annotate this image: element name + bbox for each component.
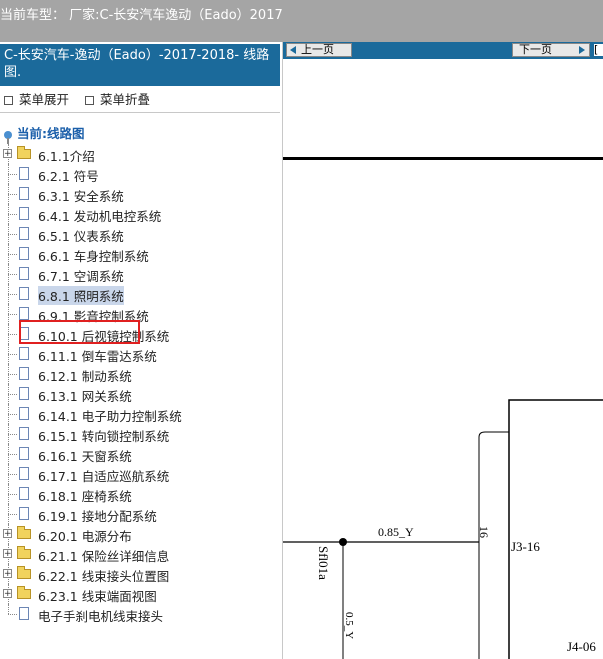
tree-item-ac[interactable]: 6.7.1 空调系统 <box>0 264 282 284</box>
tree-item-instrument[interactable]: 6.5.1 仪表系统 <box>0 224 282 244</box>
diagram-viewer: 上一页 下一页 [ 0.85_Y Sfl01a 0.5_Y 16 J3-16 J… <box>283 42 603 659</box>
page-icon <box>19 347 29 360</box>
page-icon <box>19 267 29 280</box>
collapse-menu-link[interactable]: 菜单折叠 <box>100 92 150 107</box>
expand-plus-icon[interactable]: + <box>3 569 12 579</box>
current-location[interactable]: 当前:线路图 <box>4 123 85 144</box>
folder-icon <box>17 566 31 579</box>
tree-item-label[interactable]: 6.11.1 倒车雷达系统 <box>38 346 157 365</box>
tree-item-connector-location[interactable]: +6.22.1 线束接头位置图 <box>0 564 282 584</box>
wire-label: 0.85_Y <box>378 525 414 539</box>
tree-item-power[interactable]: +6.20.1 电源分布 <box>0 524 282 544</box>
folder-icon <box>17 526 31 539</box>
tree-item-label[interactable]: 6.2.1 符号 <box>38 166 99 185</box>
page-icon <box>19 427 29 440</box>
sidebar: C-长安汽车-逸动（Eado）-2017-2018- 线路图. 菜单展开 菜单折… <box>0 42 283 659</box>
page-icon <box>19 227 29 240</box>
page-icon <box>19 487 29 500</box>
tree-item-label[interactable]: 6.12.1 制动系统 <box>38 366 132 385</box>
tree-item-eps[interactable]: 6.14.1 电子助力控制系统 <box>0 404 282 424</box>
page-icon <box>19 507 29 520</box>
menu-controls: 菜单展开 菜单折叠 <box>2 89 160 108</box>
nav-tree: +6.1.1介绍 6.2.1 符号 6.3.1 安全系统 6.4.1 发动机电控… <box>0 144 282 624</box>
tree-item-gateway[interactable]: 6.13.1 网关系统 <box>0 384 282 404</box>
tree-item-engine[interactable]: 6.4.1 发动机电控系统 <box>0 204 282 224</box>
tree-item-label[interactable]: 6.14.1 电子助力控制系统 <box>38 406 182 425</box>
expand-square-icon <box>4 95 13 105</box>
tree-item-label[interactable]: 6.4.1 发动机电控系统 <box>38 206 161 225</box>
tree-item-label[interactable]: 电子手刹电机线束接头 <box>38 606 163 625</box>
top-bar: 当前车型： 厂家:C-长安汽车逸动（Eado）2017 <box>0 0 603 42</box>
tree-item-intro[interactable]: +6.1.1介绍 <box>0 144 282 164</box>
connector-label-j3: J3-16 <box>511 539 540 554</box>
expand-menu-link[interactable]: 菜单展开 <box>19 92 69 107</box>
tree-item-label[interactable]: 6.18.1 座椅系统 <box>38 486 132 505</box>
tree-item-seat[interactable]: 6.18.1 座椅系统 <box>0 484 282 504</box>
component-box <box>508 399 603 659</box>
tree-item-label[interactable]: 6.23.1 线束端面视图 <box>38 586 157 605</box>
page-icon <box>19 307 29 320</box>
tree-item-label[interactable]: 6.15.1 转向锁控制系统 <box>38 426 169 445</box>
tree-item-label[interactable]: 6.7.1 空调系统 <box>38 266 124 285</box>
tree-item-symbols[interactable]: 6.2.1 符号 <box>0 164 282 184</box>
current-model-text: 当前车型： 厂家:C-长安汽车逸动（Eado）2017 <box>0 8 283 23</box>
page-icon <box>19 367 29 380</box>
tree-item-label[interactable]: 6.20.1 电源分布 <box>38 526 132 545</box>
page-icon <box>19 247 29 260</box>
tree-item-body-control[interactable]: 6.6.1 车身控制系统 <box>0 244 282 264</box>
highlight-box <box>19 320 140 344</box>
expand-plus-icon[interactable]: + <box>3 529 12 539</box>
connector-label-j4: J4-06 <box>567 639 596 654</box>
tree-item-label[interactable]: 6.5.1 仪表系统 <box>38 226 124 245</box>
tree-item-label[interactable]: 6.8.1 照明系统 <box>38 286 124 305</box>
tree-item-label[interactable]: 6.19.1 接地分配系统 <box>38 506 157 525</box>
tree-item-label[interactable]: 6.6.1 车身控制系统 <box>38 246 149 265</box>
tree-item-lighting[interactable]: 6.8.1 照明系统 <box>0 284 282 305</box>
pin-icon <box>4 131 12 144</box>
folder-icon <box>17 586 31 599</box>
page-icon <box>19 387 29 400</box>
folder-icon <box>17 546 31 559</box>
page-icon <box>19 467 29 480</box>
connector-bracket <box>478 431 509 438</box>
folder-icon <box>17 146 31 159</box>
wire-label-2: 0.5_Y <box>343 612 355 639</box>
page-icon <box>19 287 29 300</box>
current-label: 当前:线路图 <box>17 126 85 141</box>
tree-item-ground[interactable]: 6.19.1 接地分配系统 <box>0 504 282 524</box>
tree-item-steering-lock[interactable]: 6.15.1 转向锁控制系统 <box>0 424 282 444</box>
splice-dot <box>339 538 347 546</box>
tree-item-harness-view[interactable]: +6.23.1 线束端面视图 <box>0 584 282 604</box>
tree-item-label[interactable]: 6.17.1 自适应巡航系统 <box>38 466 169 485</box>
page-icon <box>19 167 29 180</box>
tree-item-fuse[interactable]: +6.21.1 保险丝详细信息 <box>0 544 282 564</box>
tree-item-epb-connector[interactable]: 电子手刹电机线束接头 <box>0 604 282 624</box>
expand-plus-icon[interactable]: + <box>3 589 12 599</box>
tree-item-sunroof[interactable]: 6.16.1 天窗系统 <box>0 444 282 464</box>
model-title: C-长安汽车-逸动（Eado）-2017-2018- 线路图. <box>0 44 280 86</box>
tree-item-label[interactable]: 6.1.1介绍 <box>38 146 95 165</box>
tree-item-safety[interactable]: 6.3.1 安全系统 <box>0 184 282 204</box>
divider <box>0 112 280 113</box>
tree-item-acc[interactable]: 6.17.1 自适应巡航系统 <box>0 464 282 484</box>
page-icon <box>19 447 29 460</box>
tree-item-label[interactable]: 6.16.1 天窗系统 <box>38 446 132 465</box>
wiring-diagram: 0.85_Y Sfl01a 0.5_Y 16 J3-16 J4-06 <box>283 399 603 659</box>
tree-item-label[interactable]: 6.22.1 线束接头位置图 <box>38 566 169 585</box>
page-icon <box>19 407 29 420</box>
page-icon <box>19 207 29 220</box>
collapse-square-icon <box>85 95 94 105</box>
tree-item-label[interactable]: 6.3.1 安全系统 <box>38 186 124 205</box>
tree-item-brake[interactable]: 6.12.1 制动系统 <box>0 364 282 384</box>
tree-item-label[interactable]: 6.13.1 网关系统 <box>38 386 132 405</box>
pin-number: 16 <box>477 526 491 538</box>
expand-plus-icon[interactable]: + <box>3 149 12 159</box>
tree-item-label[interactable]: 6.21.1 保险丝详细信息 <box>38 546 169 565</box>
expand-plus-icon[interactable]: + <box>3 549 12 559</box>
splice-label: Sfl01a <box>316 546 331 580</box>
page-icon <box>19 187 29 200</box>
page-icon <box>19 607 29 620</box>
tree-item-parking-radar[interactable]: 6.11.1 倒车雷达系统 <box>0 344 282 364</box>
